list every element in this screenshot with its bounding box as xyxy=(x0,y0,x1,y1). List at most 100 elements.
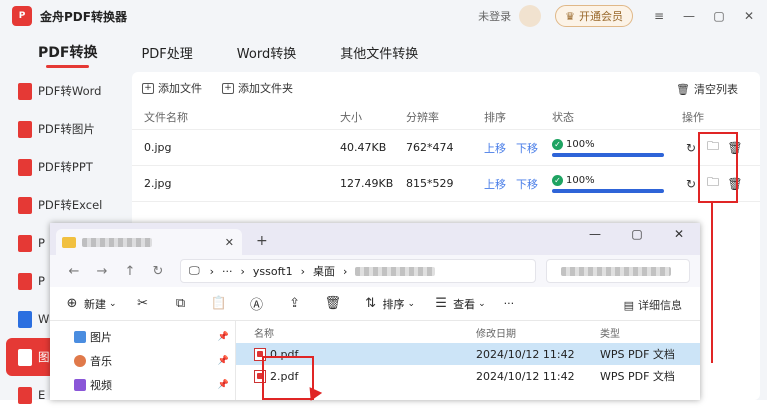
pdf-icon xyxy=(18,158,32,176)
table-header: 文件名称 大小 分辨率 排序 状态 操作 xyxy=(132,104,760,130)
sidebar-item-label: 图 xyxy=(38,350,50,364)
sidebar-item-label: PDF转PPT xyxy=(38,160,93,174)
breadcrumb-desktop[interactable]: 桌面 xyxy=(313,263,335,279)
address-input[interactable]: 🖵 › ··· › yssoft1 › 桌面 › xyxy=(180,259,536,283)
menu-button[interactable]: ≡ xyxy=(647,4,671,28)
progress-text: 100% xyxy=(566,138,595,150)
col-resolution: 分辨率 xyxy=(406,110,439,124)
word-icon xyxy=(18,310,32,328)
col-modified[interactable]: 修改日期 xyxy=(476,325,600,340)
pdf-icon xyxy=(18,272,32,290)
clear-list-label: 清空列表 xyxy=(694,83,738,96)
move-down-button[interactable]: 下移 xyxy=(516,178,538,191)
quick-item-label: 图片 xyxy=(90,331,112,344)
add-folder-label: 添加文件夹 xyxy=(238,82,293,95)
new-tab-button[interactable]: + xyxy=(256,233,268,249)
sidebar-item-label: P xyxy=(38,236,45,250)
quick-item-music[interactable]: 音乐 📌 xyxy=(50,349,235,373)
refresh-icon[interactable]: ↻ xyxy=(144,264,172,279)
new-button[interactable]: ⊕ 新建 ⌄ xyxy=(64,296,117,312)
paste-icon[interactable]: 📋 xyxy=(211,296,231,311)
sidebar-item-pdf-excel[interactable]: PDF转Excel xyxy=(0,186,124,224)
image-icon xyxy=(18,348,32,366)
redacted-text xyxy=(82,237,152,247)
pin-icon: 📌 xyxy=(217,380,229,390)
share-icon[interactable]: ⇪ xyxy=(287,296,307,311)
sidebar-item-pdf-image[interactable]: PDF转图片 xyxy=(0,110,124,148)
col-order: 排序 xyxy=(484,110,506,124)
explorer-close-button[interactable]: ✕ xyxy=(658,223,700,245)
add-file-button[interactable]: + 添加文件 xyxy=(142,80,202,96)
quick-access: 图片 📌 音乐 📌 视频 📌 xyxy=(50,321,236,400)
view-icon: ☰ xyxy=(435,296,447,311)
copy-icon[interactable]: ⧉ xyxy=(173,296,193,311)
chevron-right-icon: › xyxy=(300,264,306,278)
pdf-icon xyxy=(18,196,32,214)
folder-icon xyxy=(62,236,76,248)
forward-icon[interactable]: → xyxy=(88,264,116,279)
explorer-tabs: ✕ + — ▢ ✕ xyxy=(50,223,700,255)
file-modified: 2024/10/12 11:42 xyxy=(476,347,575,361)
up-icon[interactable]: ↑ xyxy=(116,264,144,279)
tab-word-convert[interactable]: Word转换 xyxy=(237,43,296,62)
chevron-down-icon: ⌄ xyxy=(407,298,416,309)
rename-icon[interactable]: Ⓐ xyxy=(249,294,269,313)
progress-fill xyxy=(552,188,664,193)
top-nav: PDF转换 PDF处理 Word转换 其他文件转换 xyxy=(0,32,767,72)
sort-button[interactable]: ⇅ 排序 ⌄ xyxy=(363,296,416,312)
explorer-maximize-button[interactable]: ▢ xyxy=(616,223,658,245)
more-button[interactable]: ··· xyxy=(504,297,515,310)
tab-close-icon[interactable]: ✕ xyxy=(225,236,234,249)
sort-label: 排序 xyxy=(382,297,405,311)
file-resolution: 762*474 xyxy=(406,141,454,154)
videos-icon xyxy=(74,379,86,391)
move-up-button[interactable]: 上移 xyxy=(484,142,506,155)
crown-icon: ♛ xyxy=(565,9,575,23)
avatar[interactable] xyxy=(519,5,542,27)
sidebar-item-label: P xyxy=(38,274,45,288)
clear-list-button[interactable]: 🗑 清空列表 xyxy=(676,81,738,97)
trash-icon: 🗑 xyxy=(676,82,690,96)
file-name: 0.jpg xyxy=(144,141,172,154)
back-icon[interactable]: ← xyxy=(60,264,88,279)
pdf-icon xyxy=(18,234,32,252)
login-link[interactable]: 未登录 xyxy=(478,8,511,24)
move-down-button[interactable]: 下移 xyxy=(516,142,538,155)
file-name: 2.jpg xyxy=(144,177,172,190)
quick-item-videos[interactable]: 视频 📌 xyxy=(50,373,235,397)
breadcrumb-user[interactable]: yssoft1 xyxy=(253,265,293,278)
add-folder-button[interactable]: + 添加文件夹 xyxy=(222,80,293,96)
progress: ✓ 100% xyxy=(552,138,664,157)
quick-item-pictures[interactable]: 图片 📌 xyxy=(50,325,235,349)
minimize-button[interactable]: — xyxy=(677,4,701,28)
table-row: 2.jpg 127.49KB 815*529 上移 下移 ✓ 100% ↻ 🗀 🗑 xyxy=(132,166,760,202)
details-button[interactable]: ▤ 详细信息 xyxy=(624,297,682,313)
explorer-tab[interactable]: ✕ xyxy=(56,229,242,255)
file-size: 40.47KB xyxy=(340,141,387,154)
sidebar-item-pdf-ppt[interactable]: PDF转PPT xyxy=(0,148,124,186)
col-status: 状态 xyxy=(552,110,574,124)
vip-button[interactable]: ♛ 开通会员 xyxy=(555,5,633,27)
explorer-minimize-button[interactable]: — xyxy=(574,223,616,245)
check-icon: ✓ xyxy=(552,138,563,150)
sidebar-item-pdf-word[interactable]: PDF转Word xyxy=(0,72,124,110)
tab-other-convert[interactable]: 其他文件转换 xyxy=(340,43,418,62)
col-type[interactable]: 类型 xyxy=(600,325,620,340)
command-bar: ⊕ 新建 ⌄ ✂ ⧉ 📋 Ⓐ ⇪ 🗑 ⇅ 排序 ⌄ ☰ 查看 ⌄ ··· ▤ 详细信息 xyxy=(50,287,700,321)
breadcrumb-more[interactable]: ··· xyxy=(222,265,233,278)
highlight-box xyxy=(698,132,738,203)
view-button[interactable]: ☰ 查看 ⌄ xyxy=(433,296,485,312)
tab-pdf-process[interactable]: PDF处理 xyxy=(141,43,192,62)
delete-icon[interactable]: 🗑 xyxy=(325,296,345,311)
search-input[interactable] xyxy=(546,259,690,283)
close-button[interactable]: ✕ xyxy=(737,4,761,28)
tab-pdf-convert[interactable]: PDF转换 xyxy=(38,42,97,68)
highlight-connector xyxy=(711,203,713,363)
col-name[interactable]: 名称 xyxy=(254,325,476,340)
maximize-button[interactable]: ▢ xyxy=(707,4,731,28)
move-up-button[interactable]: 上移 xyxy=(484,178,506,191)
cut-icon[interactable]: ✂ xyxy=(135,296,155,311)
redacted-text xyxy=(355,266,436,276)
progress-text: 100% xyxy=(566,174,595,186)
check-icon: ✓ xyxy=(552,174,563,186)
